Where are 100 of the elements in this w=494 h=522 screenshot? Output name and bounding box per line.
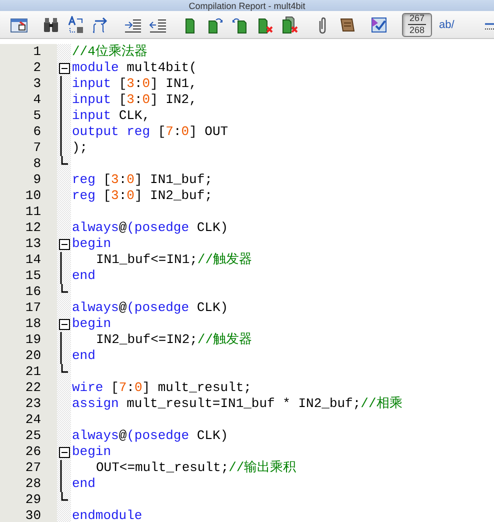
collapse-icon[interactable] xyxy=(59,318,70,330)
comment-text: //相乘 xyxy=(360,396,402,411)
replace-icon[interactable] xyxy=(67,16,85,34)
code-text: ] IN1, xyxy=(150,76,197,91)
bookmark-previous-icon[interactable] xyxy=(231,16,249,34)
keyword-text: module xyxy=(72,60,119,75)
code-text: ] IN2_buf; xyxy=(134,188,212,203)
code-text: : xyxy=(118,172,127,187)
fold-margin xyxy=(57,412,71,428)
collapse-icon[interactable] xyxy=(59,238,70,250)
keyword-text: always xyxy=(72,428,119,443)
code-text: ] OUT xyxy=(189,124,228,139)
line-number: 21 xyxy=(0,364,57,380)
line-number: 26 xyxy=(0,444,57,460)
checklist-icon[interactable] xyxy=(370,16,388,34)
code-text: ); xyxy=(72,140,88,155)
code-text: : xyxy=(173,124,182,139)
keyword-text: (posedge xyxy=(126,300,190,315)
comment-text: //输出乘积 xyxy=(228,460,296,475)
code-text: @ xyxy=(118,300,127,315)
fold-margin xyxy=(57,380,71,396)
code-text: @ xyxy=(118,220,127,235)
number-text: 3 xyxy=(111,172,119,187)
line-numbers-button[interactable]: 267 268 xyxy=(402,12,432,36)
line-number: 27 xyxy=(0,460,57,476)
line-number: 10 xyxy=(0,188,57,204)
line-number: 1 xyxy=(0,44,57,60)
fold-margin xyxy=(57,204,71,220)
keyword-text: output reg xyxy=(72,124,150,139)
line-number: 29 xyxy=(0,492,57,508)
bookmark-next-icon[interactable] xyxy=(206,16,224,34)
fold-margin xyxy=(57,300,71,316)
code-text: : xyxy=(126,380,134,395)
number-text: 7 xyxy=(166,124,174,139)
code-text: [ xyxy=(156,124,166,139)
line-number: 9 xyxy=(0,172,57,188)
line-number: 13 xyxy=(0,236,57,252)
line-number: 12 xyxy=(0,220,57,236)
keyword-text: input xyxy=(72,76,112,91)
line-number: 2 xyxy=(0,60,57,76)
keyword-text: assign xyxy=(72,396,119,411)
code-text: @ xyxy=(118,428,127,443)
code-text: ] IN2, xyxy=(150,92,197,107)
bookmarks-delete-icon[interactable] xyxy=(281,16,299,34)
line-number: 6 xyxy=(0,124,57,140)
braces-arrow-icon[interactable] xyxy=(92,16,110,34)
code-text: mult4bit( xyxy=(126,60,197,75)
line-number: 24 xyxy=(0,412,57,428)
keyword-text: always xyxy=(72,220,119,235)
code-text: OUT<=mult_result; xyxy=(96,460,229,475)
keyword-text: end xyxy=(72,268,96,283)
line-number: 7 xyxy=(0,140,57,156)
keyword-text: (posedge xyxy=(126,220,190,235)
line-number: 8 xyxy=(0,156,57,172)
number-text: 0 xyxy=(134,380,142,395)
line-number: 14 xyxy=(0,252,57,268)
window-icon[interactable] xyxy=(10,16,28,34)
number-text: 3 xyxy=(126,76,134,91)
scroll-icon[interactable] xyxy=(338,16,356,34)
line-number: 25 xyxy=(0,428,57,444)
line-number: 18 xyxy=(0,316,57,332)
number-text: 0 xyxy=(142,92,150,107)
keyword-text: begin xyxy=(72,236,112,251)
line-number: 23 xyxy=(0,396,57,412)
fold-margin xyxy=(57,172,71,188)
collapse-icon[interactable] xyxy=(59,446,70,458)
number-text: 0 xyxy=(126,172,134,187)
line-number: 22 xyxy=(0,380,57,396)
line-number: 19 xyxy=(0,332,57,348)
line-number: 4 xyxy=(0,92,57,108)
comment-text: //4位乘法器 xyxy=(72,44,148,59)
number-text: 0 xyxy=(181,124,190,139)
line-number: 20 xyxy=(0,348,57,364)
keyword-text: reg xyxy=(72,172,96,187)
number-text: 0 xyxy=(126,188,134,203)
code-text: : xyxy=(134,76,142,91)
keyword-text: (posedge xyxy=(126,428,190,443)
line-number: 11 xyxy=(0,204,57,220)
keyword-text: always xyxy=(72,300,119,315)
line-number: 17 xyxy=(0,300,57,316)
keyword-text: input xyxy=(72,92,112,107)
code-text: ] mult_result; xyxy=(142,380,252,395)
line-number: 16 xyxy=(0,284,57,300)
line-number: 3 xyxy=(0,76,57,92)
line-number: 15 xyxy=(0,268,57,284)
fold-margin xyxy=(57,396,71,412)
word-wrap-button[interactable]: ab/ xyxy=(439,18,454,30)
code-text: [ xyxy=(110,380,119,395)
keyword-text: wire xyxy=(72,380,104,395)
comment-text: //触发器 xyxy=(197,252,252,267)
binoculars-icon[interactable] xyxy=(42,16,60,34)
code-text: : xyxy=(118,188,127,203)
keyword-text: reg xyxy=(72,188,96,203)
code-text: CLK) xyxy=(196,428,228,443)
collapse-icon[interactable] xyxy=(59,62,70,74)
code-text: CLK, xyxy=(118,108,150,123)
code-text: [ xyxy=(118,92,127,107)
code-text: IN1_buf<=IN1; xyxy=(96,252,198,267)
code-text: IN2_buf<=IN2; xyxy=(96,332,198,347)
bookmark-delete-icon[interactable] xyxy=(256,16,274,34)
